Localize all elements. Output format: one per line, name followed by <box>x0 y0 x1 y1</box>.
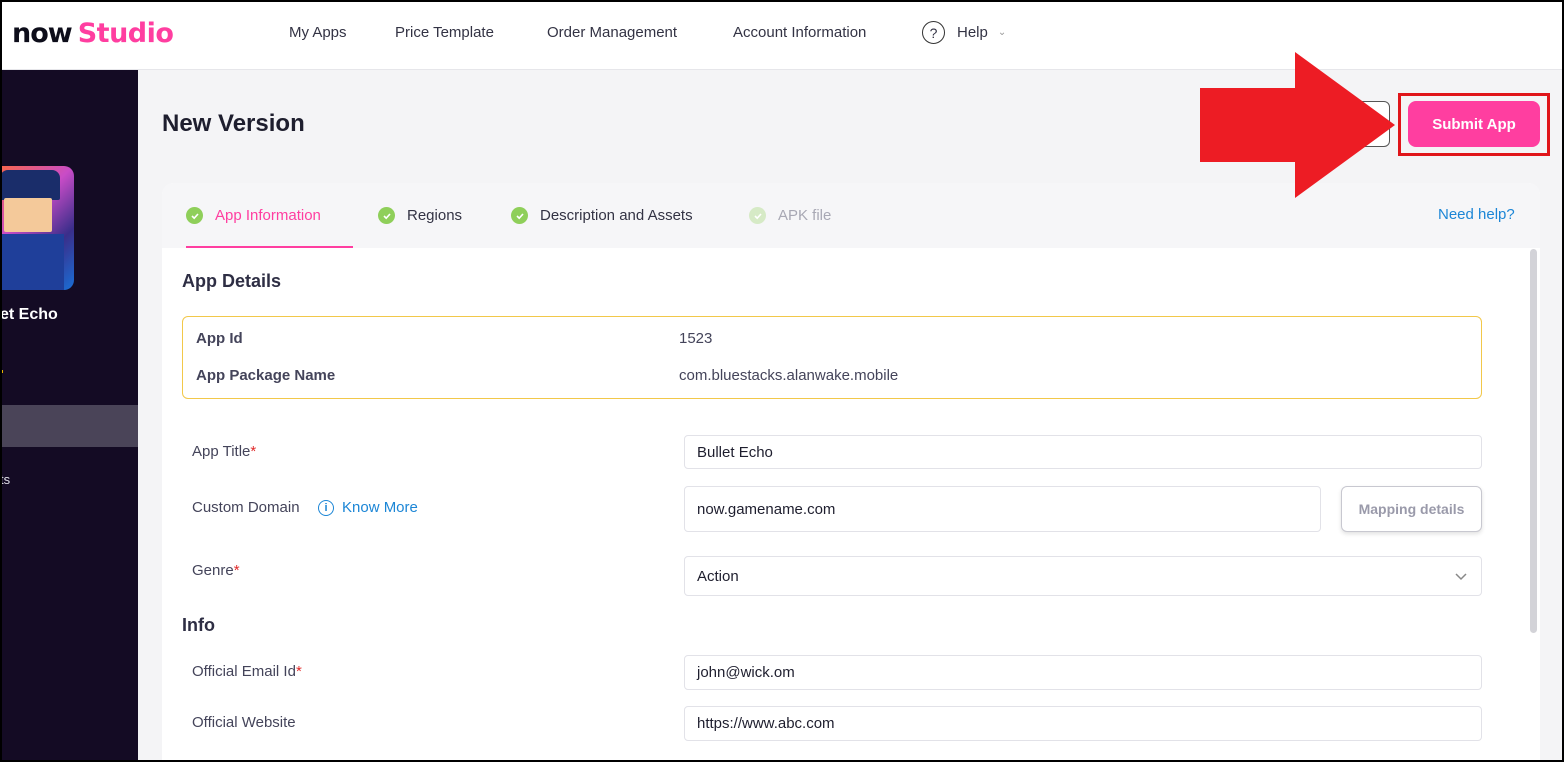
website-value: https://www.abc.com <box>697 715 835 732</box>
now-studio-logo[interactable]: now Studio <box>12 18 174 49</box>
genre-select[interactable]: Action <box>684 556 1482 596</box>
tab-description-and-assets[interactable]: Description and Assets <box>511 183 693 248</box>
info-heading: Info <box>182 615 215 635</box>
scrollbar[interactable] <box>1530 249 1537 633</box>
tab-label: APK file <box>778 207 832 224</box>
app-title-input[interactable]: Bullet Echo <box>684 435 1482 469</box>
custom-domain-label: Custom Domain <box>192 499 300 516</box>
email-label-text: Official Email Id <box>192 663 296 680</box>
app-title-label: App Title* <box>192 443 256 460</box>
email-label: Official Email Id* <box>192 663 302 680</box>
info-icon: i <box>318 499 334 516</box>
tab-label: Description and Assets <box>540 207 693 224</box>
required-mark: * <box>250 443 257 460</box>
help-label: Help <box>957 24 988 41</box>
nav-help-menu[interactable]: ? Help ⌄ <box>922 21 1006 44</box>
avatar-face-shape <box>4 198 52 232</box>
app-id-value: 1523 <box>679 330 713 347</box>
genre-label: Genre* <box>192 562 240 579</box>
custom-domain-input[interactable]: now.gamename.com <box>684 486 1321 532</box>
tab-label: App Information <box>215 207 321 224</box>
check-circle-icon <box>511 207 528 224</box>
check-circle-icon <box>186 207 203 224</box>
app-details-box: App Id 1523 App Package Name com.bluesta… <box>182 316 1482 399</box>
logo-now-text: now <box>12 18 73 49</box>
app-title-value: Bullet Echo <box>697 443 773 461</box>
app-form-card: App Information Regions Description and … <box>162 183 1540 762</box>
genre-label-text: Genre <box>192 562 234 579</box>
website-label: Official Website <box>192 714 296 731</box>
avatar-body-shape <box>0 234 64 290</box>
sidebar: et Echo ts <box>0 70 138 762</box>
check-circle-icon <box>378 207 395 224</box>
help-icon: ? <box>922 21 945 44</box>
app-title-label-text: App Title <box>192 443 251 460</box>
mapping-details-button[interactable]: Mapping details <box>1341 486 1482 532</box>
tab-app-information[interactable]: App Information <box>186 183 353 248</box>
logo-studio-text: Studio <box>77 18 174 49</box>
chevron-down-icon: ⌄ <box>997 27 1007 38</box>
sidebar-item-assets[interactable]: ts <box>0 472 10 487</box>
nav-account-information[interactable]: Account Information <box>733 24 866 41</box>
email-input[interactable]: john@wick.om <box>684 655 1482 690</box>
tab-regions[interactable]: Regions <box>378 183 462 248</box>
app-icon-image <box>0 166 74 290</box>
know-more-text: Know More <box>342 499 418 516</box>
sidebar-item-active[interactable] <box>0 405 138 447</box>
annotation-arrow-icon <box>1200 52 1395 198</box>
know-more-link[interactable]: i Know More <box>318 499 418 516</box>
sidebar-app-name: et Echo <box>0 306 58 323</box>
need-help-link[interactable]: Need help? <box>1438 206 1515 223</box>
nav-price-template[interactable]: Price Template <box>395 24 494 41</box>
app-id-label: App Id <box>196 330 243 347</box>
app-details-heading: App Details <box>182 271 282 291</box>
custom-domain-value: now.gamename.com <box>697 500 836 518</box>
website-input[interactable]: https://www.abc.com <box>684 706 1482 741</box>
check-circle-icon <box>749 207 766 224</box>
tab-apk-file[interactable]: APK file <box>749 183 831 248</box>
tab-label: Regions <box>407 207 463 224</box>
chevron-down-icon <box>1455 573 1467 581</box>
package-name-label: App Package Name <box>196 367 336 384</box>
nav-my-apps[interactable]: My Apps <box>289 24 347 41</box>
package-name-value: com.bluestacks.alanwake.mobile <box>679 367 899 384</box>
required-mark: * <box>295 663 302 680</box>
page-title: New Version <box>162 110 305 137</box>
nav-order-management[interactable]: Order Management <box>547 24 677 41</box>
genre-value: Action <box>697 567 739 585</box>
sidebar-status-dot <box>0 370 3 373</box>
required-mark: * <box>233 562 240 579</box>
email-value: john@wick.om <box>697 664 795 681</box>
avatar-hat-shape <box>0 170 60 200</box>
submit-app-button[interactable]: Submit App <box>1408 101 1540 147</box>
